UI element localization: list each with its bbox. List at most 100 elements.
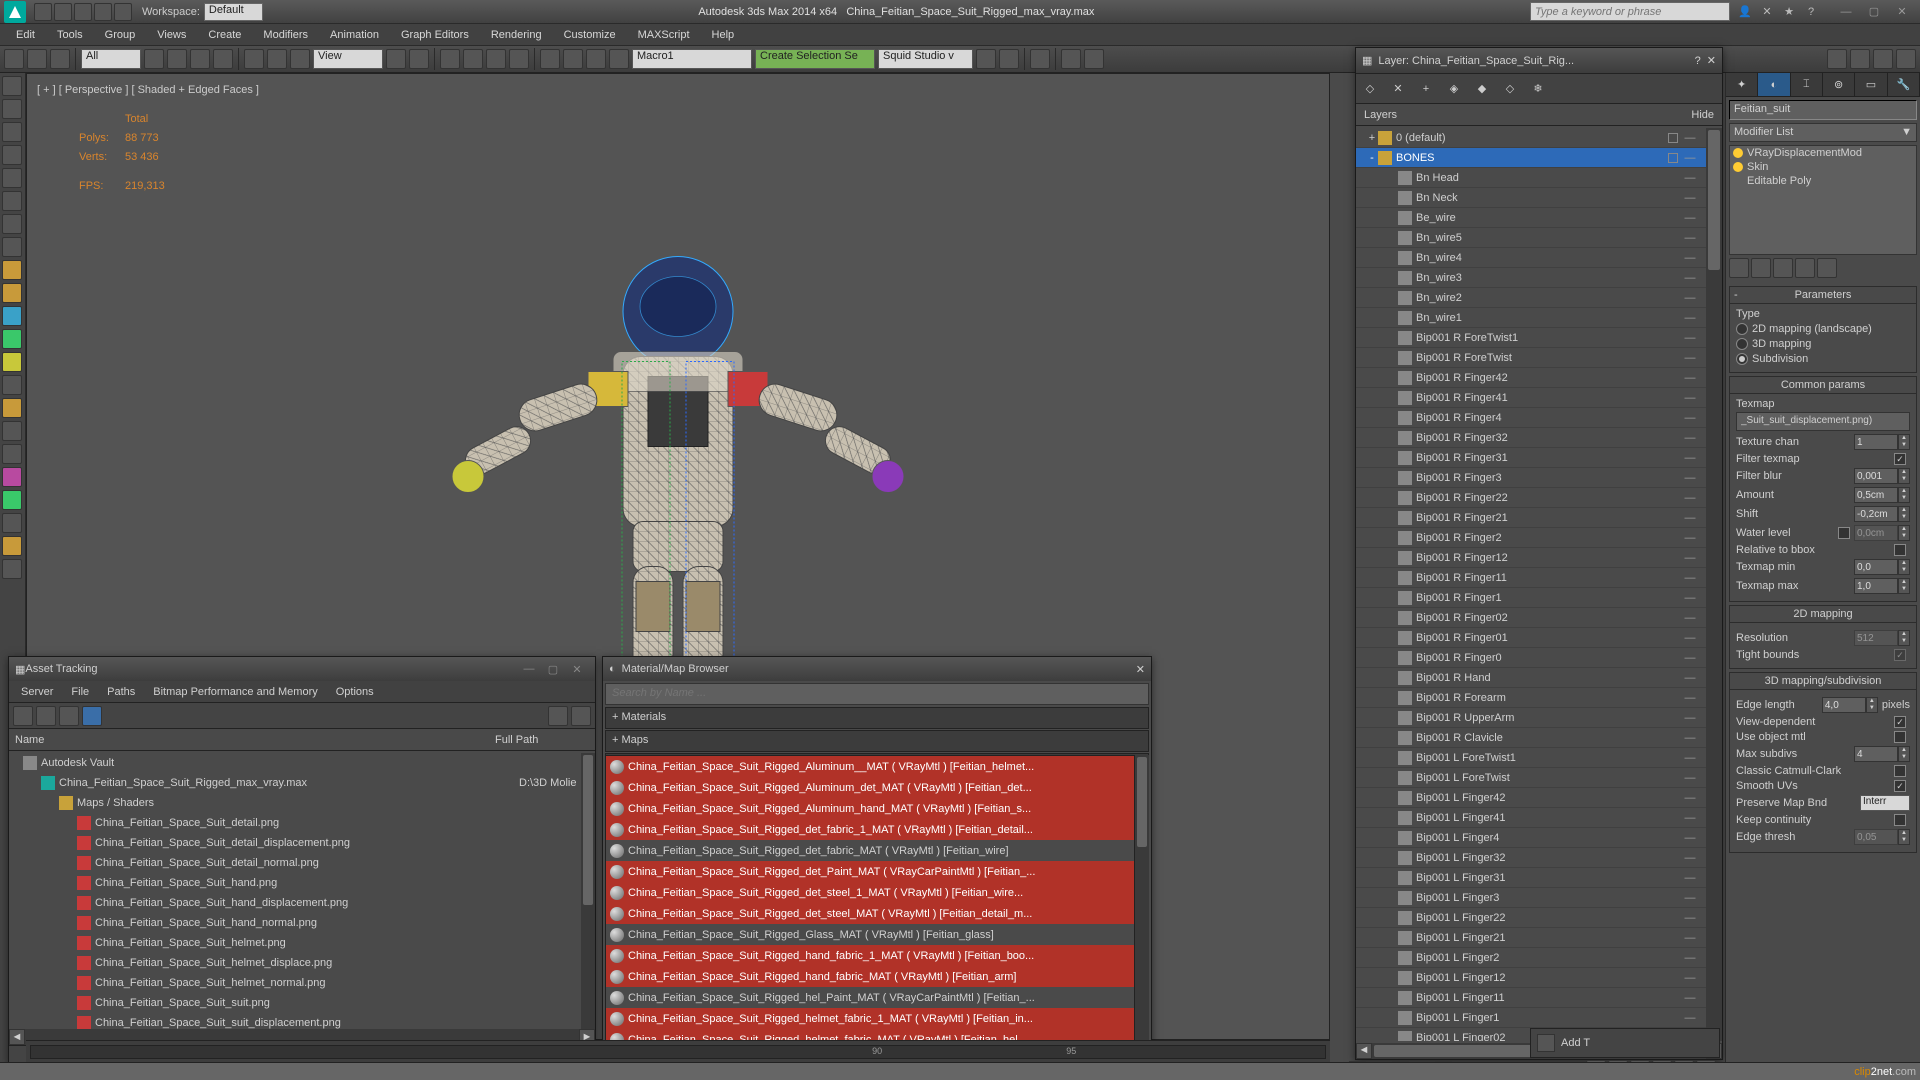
layer-row[interactable]: Bip001 R Finger31— bbox=[1356, 448, 1706, 468]
radio-2d[interactable]: 2D mapping (landscape) bbox=[1736, 323, 1910, 335]
layer-row[interactable]: Bip001 L ForeTwist1— bbox=[1356, 748, 1706, 768]
vdep-chk[interactable] bbox=[1894, 716, 1906, 728]
layer-row[interactable]: Bip001 L Finger4— bbox=[1356, 828, 1706, 848]
asset-close-icon[interactable]: ✕ bbox=[565, 663, 589, 676]
mat-list[interactable]: China_Feitian_Space_Suit_Rigged_Aluminum… bbox=[605, 755, 1135, 1075]
refcoord-select[interactable]: View bbox=[313, 49, 383, 69]
move-icon[interactable] bbox=[244, 49, 264, 69]
menu-group[interactable]: Group bbox=[95, 26, 146, 44]
layer-row[interactable]: +0 (default)— bbox=[1356, 128, 1706, 148]
ltool-2[interactable] bbox=[2, 99, 22, 119]
selection-set[interactable]: Create Selection Se bbox=[755, 49, 875, 69]
layer-row[interactable]: Bip001 L Finger3— bbox=[1356, 888, 1706, 908]
texmap-button[interactable]: _Suit_suit_displacement.png) bbox=[1736, 412, 1910, 431]
mat-cat-maps[interactable]: + Maps bbox=[605, 730, 1149, 752]
workspace-select[interactable]: Default bbox=[204, 3, 263, 21]
asset-row[interactable]: China_Feitian_Space_Suit_detail_displace… bbox=[9, 833, 581, 853]
asset-row[interactable]: China_Feitian_Space_Suit_helmet.png bbox=[9, 933, 581, 953]
rollout-h-param[interactable]: -Parameters bbox=[1730, 287, 1916, 304]
signin-icon[interactable]: 👤 bbox=[1736, 3, 1754, 21]
ltool-18[interactable] bbox=[2, 467, 22, 487]
add-to-layer-icon[interactable]: + bbox=[1416, 79, 1436, 99]
ltool-14[interactable] bbox=[2, 375, 22, 395]
asset-col-name[interactable]: Name bbox=[15, 734, 495, 746]
menu-edit[interactable]: Edit bbox=[6, 26, 45, 44]
viewport-label[interactable]: [ + ] [ Perspective ] [ Shaded + Edged F… bbox=[37, 84, 259, 96]
asset-row[interactable]: China_Feitian_Space_Suit_detail.png bbox=[9, 813, 581, 833]
layer-row[interactable]: Bip001 R Finger32— bbox=[1356, 428, 1706, 448]
render-setup-icon[interactable] bbox=[1061, 49, 1081, 69]
asset-menu-bitmap-performance-and-memory[interactable]: Bitmap Performance and Memory bbox=[145, 683, 325, 701]
select-icon[interactable] bbox=[144, 49, 164, 69]
macro-field[interactable]: Macro1 bbox=[632, 49, 752, 69]
manip-icon[interactable] bbox=[409, 49, 429, 69]
layer-row[interactable]: Bn_wire4— bbox=[1356, 248, 1706, 268]
layer-row[interactable]: Bip001 L Finger21— bbox=[1356, 928, 1706, 948]
scale-icon[interactable] bbox=[290, 49, 310, 69]
asset-options-icon[interactable] bbox=[571, 706, 591, 726]
rollout-h-3d[interactable]: 3D mapping/subdivision bbox=[1730, 673, 1916, 690]
filtex-chk[interactable] bbox=[1894, 453, 1906, 465]
res-spin[interactable]: ▲▼ bbox=[1854, 630, 1910, 646]
water-chk[interactable] bbox=[1838, 527, 1850, 539]
menu-views[interactable]: Views bbox=[147, 26, 196, 44]
mat-close-icon[interactable]: ✕ bbox=[1136, 663, 1145, 676]
layer-row[interactable]: Bip001 L Finger41— bbox=[1356, 808, 1706, 828]
layer-row[interactable]: Bip001 R Finger0— bbox=[1356, 648, 1706, 668]
pct-snap-icon[interactable] bbox=[486, 49, 506, 69]
layer-row[interactable]: Bip001 L Finger31— bbox=[1356, 868, 1706, 888]
align-icon[interactable] bbox=[586, 49, 606, 69]
layer-row[interactable]: Bip001 L Finger2— bbox=[1356, 948, 1706, 968]
show-end-icon[interactable] bbox=[1751, 258, 1771, 278]
asset-list[interactable]: Autodesk VaultChina_Feitian_Space_Suit_R… bbox=[9, 753, 581, 1029]
snap-icon[interactable] bbox=[440, 49, 460, 69]
material-row[interactable]: China_Feitian_Space_Suit_Rigged_helmet_f… bbox=[606, 1008, 1134, 1029]
material-row[interactable]: China_Feitian_Space_Suit_Rigged_Aluminum… bbox=[606, 756, 1134, 777]
asset-tb1[interactable] bbox=[13, 706, 33, 726]
tag-icon[interactable] bbox=[1537, 1034, 1555, 1052]
render-preset-icon[interactable] bbox=[1827, 49, 1847, 69]
hide-layer-icon[interactable]: ◇ bbox=[1500, 79, 1520, 99]
asset-tb4[interactable] bbox=[82, 706, 102, 726]
ltool-6[interactable] bbox=[2, 191, 22, 211]
mod-stack-item[interactable]: Skin bbox=[1730, 160, 1916, 174]
ltool-7[interactable] bbox=[2, 214, 22, 234]
bind-icon[interactable] bbox=[50, 49, 70, 69]
layer-close-icon[interactable]: ✕ bbox=[1707, 54, 1716, 67]
tmin-spin[interactable]: ▲▼ bbox=[1854, 559, 1910, 575]
layer-row[interactable]: Bip001 R Forearm— bbox=[1356, 688, 1706, 708]
layer-row[interactable]: Be_wire— bbox=[1356, 208, 1706, 228]
help-icon[interactable]: ? bbox=[1802, 3, 1820, 21]
asset-row[interactable]: China_Feitian_Space_Suit_helmet_displace… bbox=[9, 953, 581, 973]
ethr-spin[interactable]: ▲▼ bbox=[1854, 829, 1910, 845]
time-track[interactable]: 90 95 bbox=[30, 1045, 1326, 1059]
layer-row[interactable]: Bip001 R ForeTwist— bbox=[1356, 348, 1706, 368]
menu-help[interactable]: Help bbox=[702, 26, 745, 44]
material-row[interactable]: China_Feitian_Space_Suit_Rigged_det_fabr… bbox=[606, 840, 1134, 861]
water-spin[interactable]: ▲▼ bbox=[1854, 525, 1910, 541]
mod-stack-item[interactable]: Editable Poly bbox=[1730, 174, 1916, 188]
asset-menu-server[interactable]: Server bbox=[13, 683, 61, 701]
layer-row[interactable]: Bip001 R Finger11— bbox=[1356, 568, 1706, 588]
asset-menu-file[interactable]: File bbox=[63, 683, 97, 701]
mat-vscroll[interactable] bbox=[1135, 755, 1149, 1075]
layer-row[interactable]: Bip001 R Finger21— bbox=[1356, 508, 1706, 528]
ltool-1[interactable] bbox=[2, 76, 22, 96]
layer-row[interactable]: Bip001 R Hand— bbox=[1356, 668, 1706, 688]
layer-row[interactable]: Bip001 R Finger4— bbox=[1356, 408, 1706, 428]
useobj-chk[interactable] bbox=[1894, 731, 1906, 743]
layer-row[interactable]: Bip001 L Finger1— bbox=[1356, 1008, 1706, 1028]
select-link-icon[interactable] bbox=[4, 49, 24, 69]
radio-sub[interactable]: Subdivision bbox=[1736, 353, 1910, 365]
menu-modifiers[interactable]: Modifiers bbox=[253, 26, 318, 44]
material-row[interactable]: China_Feitian_Space_Suit_Rigged_hand_fab… bbox=[606, 966, 1134, 987]
modify-tab-icon[interactable]: ◐ bbox=[1758, 73, 1790, 96]
tight-chk[interactable] bbox=[1894, 649, 1906, 661]
ltool-5[interactable] bbox=[2, 168, 22, 188]
select-layer-icon[interactable]: ◈ bbox=[1444, 79, 1464, 99]
render-teapot-icon[interactable] bbox=[1850, 49, 1870, 69]
material-row[interactable]: China_Feitian_Space_Suit_Rigged_hand_fab… bbox=[606, 945, 1134, 966]
layer-row[interactable]: Bip001 L ForeTwist— bbox=[1356, 768, 1706, 788]
amount-spin[interactable]: ▲▼ bbox=[1854, 487, 1910, 503]
hierarchy-tab-icon[interactable]: ⌶ bbox=[1791, 73, 1823, 96]
